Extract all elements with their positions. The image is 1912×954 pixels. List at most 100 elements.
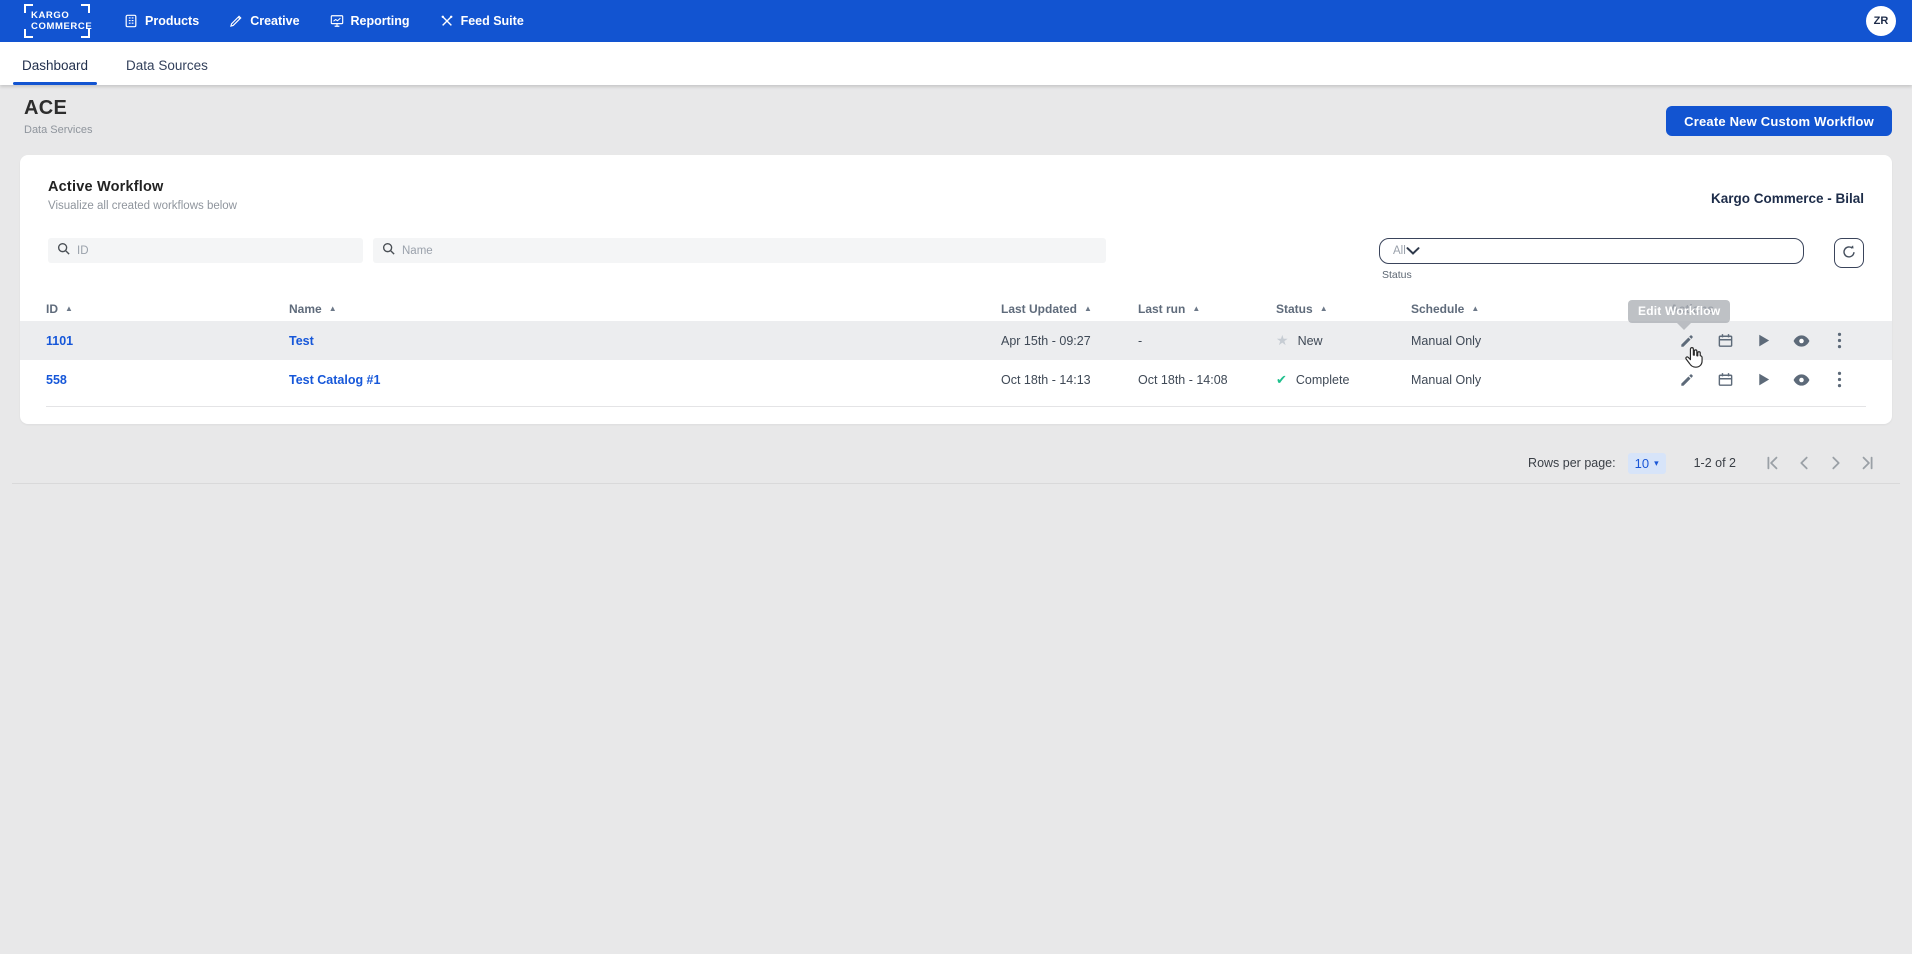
name-search-field[interactable]	[373, 238, 1106, 263]
calendar-icon[interactable]	[1716, 371, 1734, 389]
table-row: 1101 Test Apr 15th - 09:27 - ★ New Manua…	[20, 321, 1892, 360]
chevron-down-icon: ▾	[1654, 457, 1659, 468]
last-run-cell: -	[1138, 333, 1143, 348]
search-icon	[382, 242, 395, 260]
sort-asc-icon: ▲	[328, 303, 337, 313]
card-subtitle: Visualize all created workflows below	[48, 200, 237, 212]
tab-data-sources[interactable]: Data Sources	[124, 46, 210, 85]
page-header: ACE Data Services Create New Custom Work…	[0, 85, 1912, 136]
status-text: Complete	[1295, 372, 1350, 387]
nav-item-creative[interactable]: Creative	[229, 14, 300, 28]
tab-dashboard[interactable]: Dashboard	[12, 46, 98, 85]
account-name: Kargo Commerce - Bilal	[1710, 191, 1864, 206]
workflow-id-link[interactable]: 1101	[46, 334, 289, 348]
reporting-icon	[330, 14, 344, 28]
chevron-down-icon	[1406, 242, 1420, 260]
status-selected-value: All	[1393, 245, 1406, 257]
user-avatar[interactable]: ZR	[1866, 6, 1896, 36]
rows-per-page-select[interactable]: 10 ▾	[1627, 452, 1666, 474]
nav-item-feed-suite[interactable]: Feed Suite	[440, 14, 524, 28]
page-title: ACE	[24, 97, 68, 119]
table-bottom-divider	[46, 406, 1866, 407]
name-search-input[interactable]	[402, 244, 1097, 257]
status-filter-group: All Status	[1379, 238, 1804, 281]
workflow-name-link[interactable]: Test	[289, 334, 1001, 348]
card-header: Active Workflow Visualize all created wo…	[20, 155, 1892, 212]
rows-per-page-value: 10	[1634, 455, 1650, 471]
status-cell: ★ New	[1276, 332, 1411, 349]
row-actions	[1658, 371, 1866, 389]
column-header-id[interactable]: ID ▲	[46, 302, 289, 316]
status-text: New	[1297, 333, 1323, 348]
more-icon[interactable]	[1830, 371, 1848, 389]
page-subtitle: Data Services	[24, 124, 93, 136]
pagination-controls	[1762, 453, 1878, 473]
run-icon[interactable]	[1754, 371, 1772, 389]
pagination-bar: Rows per page: 10 ▾ 1-2 of 2	[1528, 451, 1878, 475]
table-row: 558 Test Catalog #1 Oct 18th - 14:13 Oct…	[20, 360, 1892, 399]
feed-suite-icon	[440, 14, 454, 28]
table-header-row: ID ▲ Name ▲ Last Updated ▲ Last run ▲ Status…	[20, 297, 1892, 321]
nav-label: Reporting	[350, 14, 410, 28]
filter-row: All Status	[20, 238, 1892, 281]
content-bottom-divider	[12, 483, 1900, 484]
sort-asc-icon: ▲	[1084, 303, 1092, 313]
schedule-cell: Manual Only	[1411, 333, 1482, 348]
sort-asc-icon: ▲	[1319, 303, 1328, 313]
secondary-tabbar: Dashboard Data Sources	[0, 42, 1912, 85]
nav-item-reporting[interactable]: Reporting	[330, 14, 410, 28]
last-updated-cell: Apr 15th - 09:27	[1001, 333, 1091, 348]
edit-workflow-tooltip: Edit Workflow	[1628, 300, 1731, 330]
nav-label: Products	[145, 14, 200, 28]
last-updated-cell: Oct 18th - 14:13	[1001, 372, 1091, 387]
id-search-input[interactable]	[77, 244, 354, 257]
nav-label: Feed Suite	[460, 14, 524, 28]
status-select[interactable]: All	[1379, 238, 1804, 264]
run-icon[interactable]	[1754, 332, 1772, 350]
create-new-custom-workflow-button[interactable]: Create New Custom Workflow	[1666, 106, 1892, 136]
workflow-id-link[interactable]: 558	[46, 373, 289, 387]
check-icon: ✔	[1276, 371, 1287, 387]
row-actions	[1658, 332, 1866, 350]
rows-per-page-label: Rows per page:	[1528, 456, 1616, 470]
refresh-icon	[1841, 244, 1857, 263]
page-content: ACE Data Services Create New Custom Work…	[0, 85, 1912, 954]
schedule-cell: Manual Only	[1411, 372, 1482, 387]
card-title: Active Workflow	[48, 179, 164, 195]
star-icon: ★	[1276, 332, 1289, 348]
status-cell: ✔ Complete	[1276, 372, 1411, 388]
nav-label: Creative	[250, 14, 300, 28]
more-icon[interactable]	[1830, 332, 1848, 350]
id-search-field[interactable]	[48, 238, 363, 263]
sort-asc-icon: ▲	[1192, 303, 1201, 313]
calendar-icon[interactable]	[1716, 332, 1734, 350]
view-icon[interactable]	[1792, 371, 1810, 389]
column-header-status[interactable]: Status ▲	[1276, 302, 1411, 316]
products-icon	[124, 14, 138, 28]
main-nav: Products Creative Reporting Feed Suite	[124, 14, 524, 28]
search-icon	[57, 242, 70, 260]
first-page-icon[interactable]	[1762, 453, 1782, 473]
active-workflow-card: Active Workflow Visualize all created wo…	[20, 155, 1892, 424]
creative-icon	[229, 14, 243, 28]
last-run-cell: Oct 18th - 14:08	[1138, 372, 1228, 387]
column-header-last-updated[interactable]: Last Updated ▲	[1001, 302, 1138, 316]
nav-item-products[interactable]: Products	[124, 14, 199, 28]
status-field-label: Status	[1382, 269, 1412, 281]
next-page-icon[interactable]	[1826, 453, 1846, 473]
avatar-initials: ZR	[1873, 15, 1889, 27]
refresh-button[interactable]	[1834, 238, 1864, 268]
last-page-icon[interactable]	[1858, 453, 1878, 473]
column-header-name[interactable]: Name ▲	[289, 302, 1001, 316]
edit-icon[interactable]	[1678, 371, 1696, 389]
kargo-commerce-logo[interactable]: KARGO COMMERCE	[24, 4, 92, 38]
workflow-name-link[interactable]: Test Catalog #1	[289, 373, 1001, 387]
prev-page-icon[interactable]	[1794, 453, 1814, 473]
pagination-range: 1-2 of 2	[1693, 456, 1736, 470]
edit-icon[interactable]	[1678, 332, 1696, 350]
sort-asc-icon: ▲	[1471, 303, 1480, 313]
column-header-schedule[interactable]: Schedule ▲	[1411, 302, 1658, 316]
top-navbar: KARGO COMMERCE Products Creative Reporti…	[0, 0, 1912, 42]
column-header-last-run[interactable]: Last run ▲	[1138, 302, 1276, 316]
view-icon[interactable]	[1792, 332, 1810, 350]
